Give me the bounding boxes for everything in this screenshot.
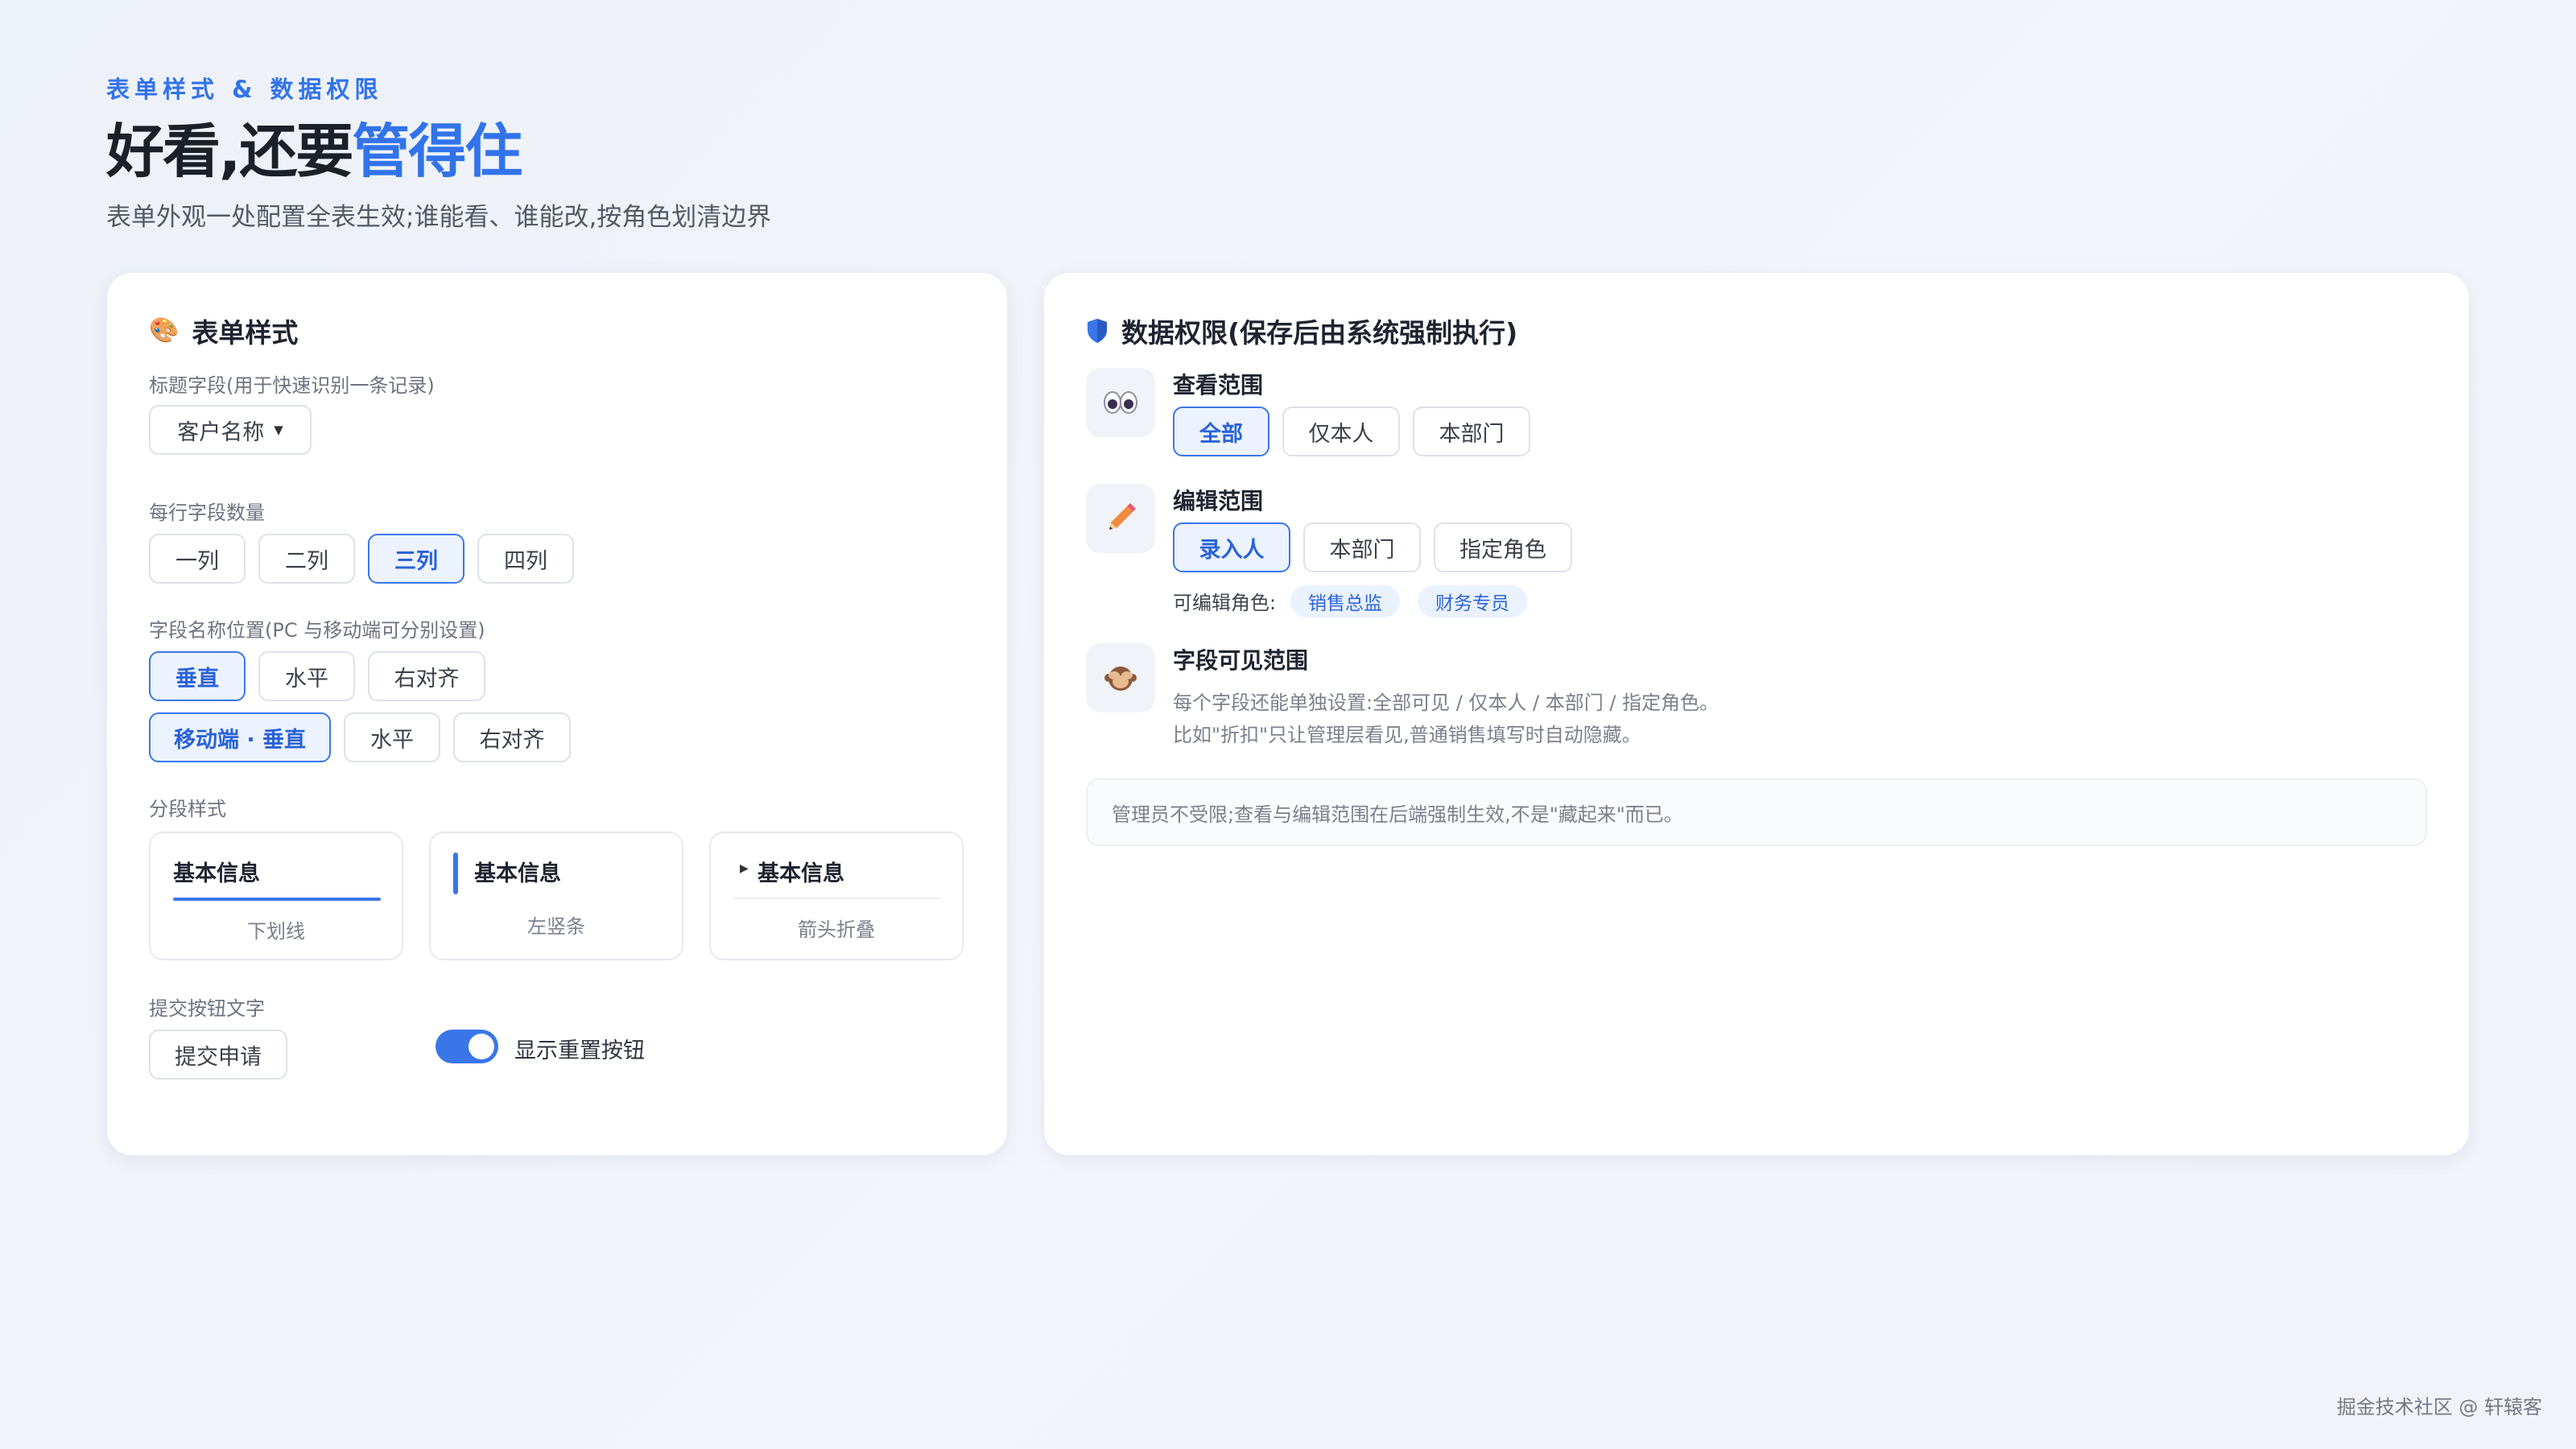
see-no-evil-icon [1086,643,1155,712]
pencil-icon [1086,484,1155,553]
field-visibility-desc-1: 每个字段还能单独设置:全部可见 / 仅本人 / 本部门 / 指定角色。 [1173,691,1719,714]
toggle-knob [469,1034,494,1059]
page-subtitle: 表单外观一处配置全表生效;谁能看、谁能改,按角色划清边界 [106,203,772,232]
mobile-label-right[interactable]: 右对齐 [453,712,571,762]
reset-toggle-label: 显示重置按钮 [514,1038,645,1063]
pc-label-vertical[interactable]: 垂直 [149,651,246,701]
form-style-title: 🎨 表单样式 [149,312,298,350]
view-scope-department[interactable]: 本部门 [1413,407,1530,456]
reset-toggle[interactable] [436,1030,498,1063]
form-style-card: 🎨 表单样式 标题字段(用于快速识别一条记录) 客户名称 ▼ 每行字段数量 一列 … [106,272,1008,1156]
submit-label: 提交按钮文字 [149,997,265,1020]
section-title: 基本信息 [474,861,561,886]
editable-roles-label: 可编辑角色: [1173,592,1277,614]
column-option-4[interactable]: 四列 [477,534,574,584]
divider [733,898,941,899]
pc-label-horizontal[interactable]: 水平 [258,651,355,701]
edit-scope-recorder[interactable]: 录入人 [1173,522,1290,572]
view-scope-self[interactable]: 仅本人 [1282,407,1400,456]
title-field-label: 标题字段(用于快速识别一条记录) [149,374,435,397]
page-header: 表单样式 & 数据权限 好看,还要管得住 表单外观一处配置全表生效;谁能看、谁能… [106,71,771,233]
edit-scope-roles[interactable]: 指定角色 [1434,522,1572,572]
vertical-bar [453,852,458,894]
form-style-title-text: 表单样式 [192,317,299,349]
title-field-select[interactable]: 客户名称 ▼ [149,405,312,455]
column-option-1[interactable]: 一列 [149,534,246,584]
title-field-value: 客户名称 [177,419,265,445]
section-style-underline[interactable]: 基本信息 下划线 [149,832,403,960]
section-title: 基本信息 [173,861,260,886]
pc-label-right[interactable]: 右对齐 [368,651,485,701]
shield-icon [1088,319,1107,343]
mobile-label-vertical[interactable]: 移动端 · 垂直 [149,712,331,762]
mobile-label-horizontal[interactable]: 水平 [344,712,440,762]
submit-text-input[interactable]: 提交申请 [149,1030,287,1080]
caret-down-icon: ▼ [274,423,283,437]
section-caption: 下划线 [247,920,305,943]
page-title: 好看,还要管得住 [106,122,771,180]
title-plain: 好看,还要 [106,118,353,185]
underline-bar [173,898,381,901]
data-permission-card: 数据权限(保存后由系统强制执行) 查看范围 全部 仅本人 本部门 编辑范围 录入… [1043,272,2470,1156]
title-accent: 管得住 [352,118,522,185]
triangle-right-icon: ▶ [740,862,749,875]
edit-scope-department[interactable]: 本部门 [1303,522,1421,572]
footer-credit: 掘金技术社区 @ 轩辕客 [2336,1396,2542,1418]
palette-icon: 🎨 [149,316,180,345]
eyes-icon [1086,368,1155,437]
data-permission-title-text: 数据权限(保存后由系统强制执行) [1121,317,1518,349]
section-caption: 左竖条 [527,915,585,938]
data-permission-title: 数据权限(保存后由系统强制执行) [1086,312,1517,350]
label-position-label: 字段名称位置(PC 与移动端可分别设置) [149,619,485,642]
view-scope-all[interactable]: 全部 [1173,407,1269,456]
columns-label: 每行字段数量 [149,502,265,524]
view-scope-title: 查看范围 [1173,372,1264,398]
role-chip[interactable]: 财务专员 [1418,585,1527,617]
section-style-label: 分段样式 [149,798,226,820]
field-visibility-title: 字段可见范围 [1173,647,1309,674]
section-caption: 箭头折叠 [798,919,875,941]
role-chip[interactable]: 销售总监 [1290,585,1400,617]
section-style-left-bar[interactable]: 基本信息 左竖条 [429,832,683,960]
field-visibility-desc-2: 比如"折扣"只让管理层看见,普通销售填写时自动隐藏。 [1173,724,1641,746]
edit-scope-title: 编辑范围 [1173,488,1264,514]
section-title: 基本信息 [758,861,844,886]
admin-notice: 管理员不受限;查看与编辑范围在后端强制生效,不是"藏起来"而已。 [1086,778,2427,846]
section-style-arrow-collapse[interactable]: ▶ 基本信息 箭头折叠 [709,832,964,960]
column-option-2[interactable]: 二列 [258,534,355,584]
eyebrow: 表单样式 & 数据权限 [106,76,383,103]
column-option-3[interactable]: 三列 [368,534,464,584]
